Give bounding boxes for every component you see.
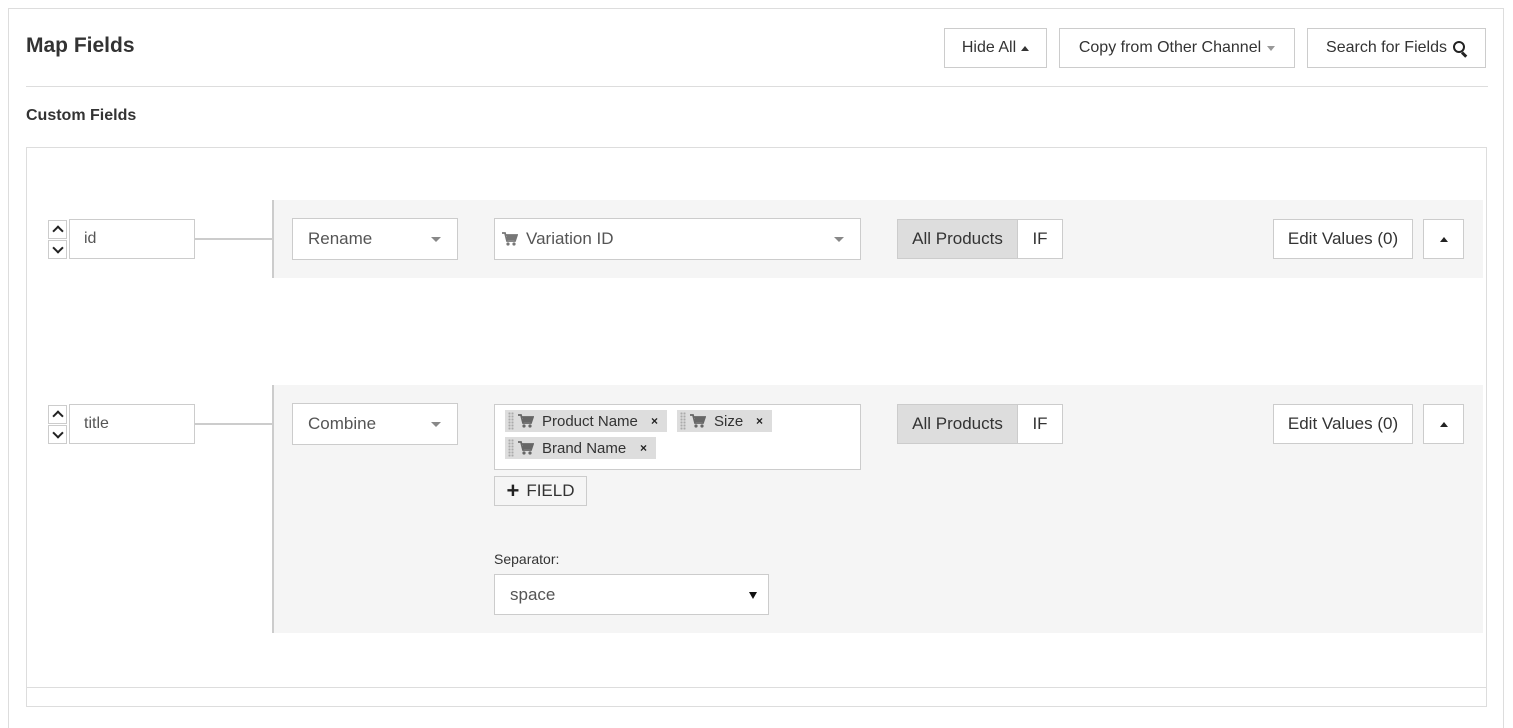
field-tag-size[interactable]: Size × (677, 410, 772, 432)
remove-tag-icon[interactable]: × (756, 414, 763, 428)
row-divider (26, 687, 1486, 688)
source-field-select[interactable]: Variation ID (494, 218, 861, 260)
cart-icon (690, 414, 706, 428)
add-field-button[interactable]: + FIELD (494, 476, 587, 506)
all-products-button[interactable]: All Products (897, 219, 1018, 259)
page-title: Map Fields (26, 34, 135, 57)
field-name-input[interactable] (69, 404, 195, 444)
action-select[interactable]: Rename (292, 218, 458, 260)
action-select-value: Rename (308, 229, 373, 248)
chevron-down-icon (51, 427, 64, 439)
edit-values-button[interactable]: Edit Values (0) (1273, 404, 1413, 444)
connector-line (195, 238, 273, 240)
search-for-fields-button[interactable]: Search for Fields (1307, 28, 1486, 68)
section-title: Custom Fields (26, 107, 137, 124)
chevron-up-icon (51, 225, 64, 237)
collapse-row-button[interactable] (1423, 404, 1464, 444)
copy-from-other-channel-button[interactable]: Copy from Other Channel (1059, 28, 1295, 68)
cart-icon (518, 441, 534, 455)
if-button[interactable]: IF (1018, 219, 1063, 259)
move-up-button[interactable] (48, 220, 67, 239)
map-fields-panel: Map Fields Hide All Copy from Other Chan… (8, 8, 1504, 728)
source-field-value: Variation ID (526, 229, 614, 248)
move-down-button[interactable] (48, 240, 67, 259)
search-label: Search for Fields (1326, 39, 1447, 56)
chevron-up-icon (51, 410, 64, 422)
move-down-button[interactable] (48, 425, 67, 444)
connector-line (195, 423, 273, 425)
caret-up-icon (1439, 421, 1448, 427)
caret-down-icon (1267, 45, 1276, 51)
scope-toggle: All Products IF (897, 219, 1063, 259)
field-tag-product-name[interactable]: Product Name × (505, 410, 667, 432)
caret-down-icon (431, 237, 441, 242)
drag-handle-icon (680, 412, 686, 430)
action-select[interactable]: Combine (292, 403, 458, 445)
edit-values-button[interactable]: Edit Values (0) (1273, 219, 1413, 259)
field-name-input[interactable] (69, 219, 195, 259)
tag-label: Brand Name (542, 439, 627, 457)
caret-up-icon (1021, 45, 1030, 51)
drag-handle-icon (508, 412, 514, 430)
move-up-button[interactable] (48, 405, 67, 424)
reorder-arrows (48, 405, 67, 445)
reorder-arrows (48, 220, 67, 260)
tag-label: Product Name (542, 412, 638, 430)
hide-all-button[interactable]: Hide All (944, 28, 1047, 68)
separator-select[interactable]: space (494, 574, 769, 615)
drag-handle-icon (508, 439, 514, 457)
tag-label: Size (714, 412, 744, 430)
caret-down-icon (834, 237, 844, 242)
caret-down-icon (749, 592, 757, 599)
collapse-row-button[interactable] (1423, 219, 1464, 259)
copy-label: Copy from Other Channel (1078, 39, 1262, 56)
cart-icon (502, 232, 518, 246)
chevron-down-icon (51, 242, 64, 254)
scope-toggle: All Products IF (897, 404, 1063, 444)
search-icon (1452, 41, 1467, 55)
all-products-button[interactable]: All Products (897, 404, 1018, 444)
hide-all-label: Hide All (961, 39, 1017, 56)
action-select-value: Combine (308, 414, 377, 433)
caret-down-icon (431, 422, 441, 427)
caret-up-icon (1439, 236, 1448, 242)
remove-tag-icon[interactable]: × (640, 441, 647, 455)
add-field-label: FIELD (526, 481, 575, 500)
separator-value: space (510, 584, 556, 604)
if-button[interactable]: IF (1018, 404, 1063, 444)
header-divider (26, 86, 1488, 87)
field-tag-brand-name[interactable]: Brand Name × (505, 437, 656, 459)
plus-icon: + (506, 478, 520, 503)
remove-tag-icon[interactable]: × (651, 414, 658, 428)
separator-label: Separator: (494, 551, 560, 567)
cart-icon (518, 414, 534, 428)
